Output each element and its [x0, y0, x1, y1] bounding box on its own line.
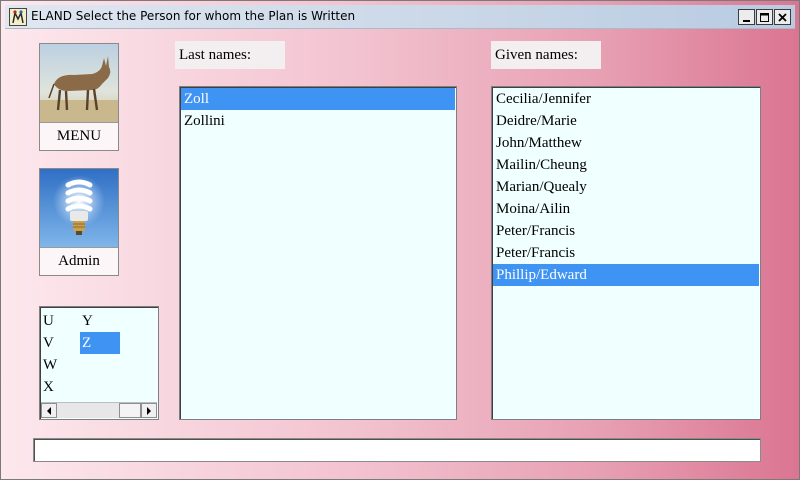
- admin-label: Admin: [40, 247, 118, 275]
- minimize-icon: [743, 19, 750, 22]
- last-names-list[interactable]: Zoll Zollini: [179, 86, 457, 420]
- letter-index-list[interactable]: U V W X Y Z: [39, 306, 159, 420]
- given-name-item[interactable]: Moina/Ailin: [493, 198, 759, 220]
- scroll-left-button[interactable]: [41, 403, 57, 418]
- status-bar: [33, 438, 761, 462]
- menu-tile[interactable]: MENU: [39, 43, 119, 151]
- given-name-item[interactable]: Peter/Francis: [493, 242, 759, 264]
- letter-item[interactable]: U: [41, 310, 54, 332]
- eland-antelope-icon: [40, 44, 118, 122]
- letter-item[interactable]: V: [41, 332, 54, 354]
- menu-label: MENU: [40, 122, 118, 150]
- given-names-label: Given names:: [491, 41, 601, 69]
- given-name-item[interactable]: John/Matthew: [493, 132, 759, 154]
- given-name-item[interactable]: Peter/Francis: [493, 220, 759, 242]
- given-name-item[interactable]: Cecilia/Jennifer: [493, 88, 759, 110]
- close-icon: [778, 12, 787, 22]
- admin-tile[interactable]: Admin: [39, 168, 119, 276]
- letter-item[interactable]: W: [41, 354, 57, 376]
- given-name-item[interactable]: Deidre/Marie: [493, 110, 759, 132]
- given-name-item-selected[interactable]: Phillip/Edward: [493, 264, 759, 286]
- horizontal-scrollbar[interactable]: [41, 402, 157, 418]
- last-names-label: Last names:: [175, 41, 285, 69]
- last-name-item[interactable]: Zollini: [181, 110, 455, 132]
- title-bar[interactable]: ELAND Select the Person for whom the Pla…: [5, 5, 795, 29]
- scroll-thumb[interactable]: [119, 403, 141, 418]
- close-button[interactable]: [774, 9, 791, 25]
- letter-item[interactable]: X: [41, 376, 54, 398]
- window-controls: [738, 9, 791, 25]
- app-window: ELAND Select the Person for whom the Pla…: [0, 0, 800, 480]
- given-names-list[interactable]: Cecilia/Jennifer Deidre/Marie John/Matth…: [491, 86, 761, 420]
- arrow-right-icon: [147, 406, 151, 415]
- last-name-item-selected[interactable]: Zoll: [181, 88, 455, 110]
- given-name-item[interactable]: Marian/Quealy: [493, 176, 759, 198]
- minimize-button[interactable]: [738, 9, 755, 25]
- letter-item[interactable]: Y: [80, 310, 93, 332]
- light-bulb-icon: [40, 169, 118, 247]
- app-icon[interactable]: [9, 8, 27, 26]
- maximize-button[interactable]: [756, 9, 773, 25]
- arrow-left-icon: [47, 406, 51, 415]
- maximize-icon: [760, 12, 769, 22]
- given-name-item[interactable]: Mailin/Cheung: [493, 154, 759, 176]
- scroll-right-button[interactable]: [141, 403, 157, 418]
- letter-item-selected[interactable]: Z: [80, 332, 120, 354]
- window-title: ELAND Select the Person for whom the Pla…: [31, 9, 356, 23]
